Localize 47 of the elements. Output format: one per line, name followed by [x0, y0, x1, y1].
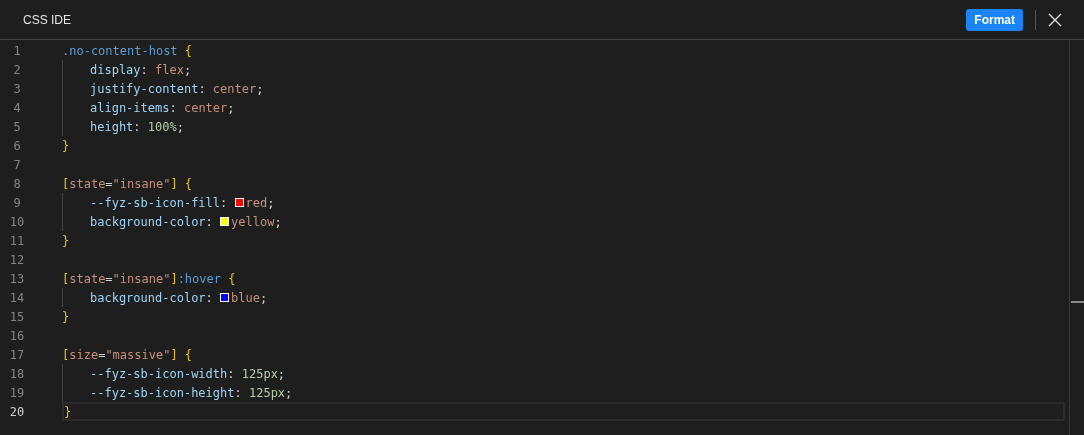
code-text: align-items: center; — [90, 100, 235, 115]
line-number: 17 — [8, 347, 26, 362]
close-icon[interactable] — [1048, 12, 1062, 27]
scrollbar-thumb[interactable] — [1071, 301, 1084, 303]
color-swatch[interactable] — [220, 293, 230, 302]
code-text: red; — [245, 195, 275, 210]
line-number: 3 — [12, 81, 22, 96]
color-swatch[interactable] — [220, 217, 230, 226]
code-text: blue; — [231, 290, 268, 305]
code-text: [size="massive"] { — [62, 347, 193, 362]
line-number: 14 — [8, 290, 26, 305]
color-swatch[interactable] — [234, 198, 244, 207]
code-text: } — [64, 404, 72, 419]
code-text: height: 100%; — [90, 119, 184, 134]
line-number: 13 — [8, 271, 26, 286]
line-number: 7 — [12, 157, 22, 172]
code-text: display: flex; — [90, 62, 192, 77]
code-text: justify-content: center; — [90, 81, 264, 96]
line-number: 8 — [12, 176, 22, 191]
code-text: } — [62, 309, 70, 324]
line-number: 12 — [8, 252, 26, 267]
code-text: background-color: — [90, 290, 214, 305]
line-number: 9 — [12, 195, 22, 210]
code-text: --fyz-sb-icon-fill: — [90, 195, 229, 210]
line-number: 20 — [8, 404, 26, 419]
line-number: 19 — [8, 385, 26, 400]
code-text: [state="insane"] { — [62, 176, 193, 191]
line-number: 18 — [8, 366, 26, 381]
line-number: 4 — [12, 100, 22, 115]
code-text: .no-content-host { — [62, 43, 193, 58]
line-number: 1 — [12, 43, 22, 58]
code-text: } — [62, 138, 70, 153]
line-number: 2 — [12, 62, 22, 77]
code-text: --fyz-sb-icon-height: 125px; — [90, 385, 293, 400]
line-number: 16 — [8, 328, 26, 343]
code-text: --fyz-sb-icon-width: 125px; — [90, 366, 286, 381]
line-number: 6 — [12, 138, 22, 153]
line-number: 15 — [8, 309, 26, 324]
window-title: CSS IDE — [23, 12, 71, 27]
code-text: } — [62, 233, 70, 248]
line-number: 10 — [8, 214, 26, 229]
code-text: yellow; — [231, 214, 282, 229]
format-button[interactable]: Format — [966, 8, 1023, 31]
line-number: 11 — [8, 233, 26, 248]
line-number: 5 — [12, 119, 22, 134]
code-text: background-color: — [90, 214, 214, 229]
code-text: [state="insane"]:hover { — [62, 271, 236, 286]
